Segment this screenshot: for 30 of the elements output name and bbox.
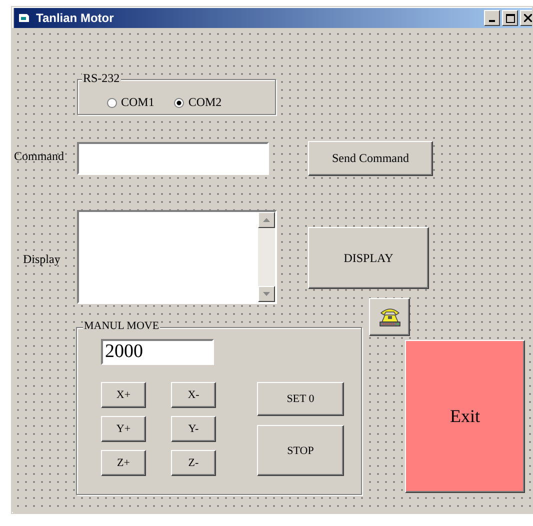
- command-field[interactable]: [77, 142, 269, 175]
- minimize-button[interactable]: [484, 10, 500, 26]
- telephone-icon: [378, 306, 402, 328]
- axis-button[interactable]: X-: [171, 382, 216, 408]
- axis-button[interactable]: Z-: [171, 450, 216, 476]
- axis-button[interactable]: Y-: [171, 416, 216, 442]
- axis-button[interactable]: Z+: [101, 450, 146, 476]
- maximize-button[interactable]: [502, 10, 518, 26]
- exit-button[interactable]: Exit: [405, 340, 525, 493]
- window-title: Tanlian Motor: [36, 11, 114, 25]
- radio-label: COM2: [188, 95, 222, 110]
- close-icon: [524, 14, 532, 22]
- radio-label: COM1: [121, 95, 154, 110]
- send-command-button[interactable]: Send Command: [308, 141, 433, 176]
- close-button[interactable]: [520, 10, 532, 26]
- radio-button[interactable]: COM2: [174, 95, 222, 110]
- maximize-icon: [506, 14, 514, 22]
- display-label: Display: [23, 252, 60, 266]
- stop-button[interactable]: STOP: [257, 425, 344, 476]
- phone-button[interactable]: [369, 298, 410, 336]
- step-field[interactable]: 2000: [101, 339, 214, 365]
- display-button[interactable]: DISPLAY: [308, 227, 429, 289]
- radio-button[interactable]: COM1: [107, 95, 154, 110]
- axis-button[interactable]: X+: [101, 382, 146, 408]
- axis-button[interactable]: Y+: [101, 416, 146, 442]
- app-icon: [18, 12, 30, 24]
- group-label: RS-232: [82, 72, 121, 85]
- set-zero-button[interactable]: SET 0: [257, 382, 344, 416]
- display-box[interactable]: [77, 210, 277, 304]
- command-label: Command: [14, 149, 64, 163]
